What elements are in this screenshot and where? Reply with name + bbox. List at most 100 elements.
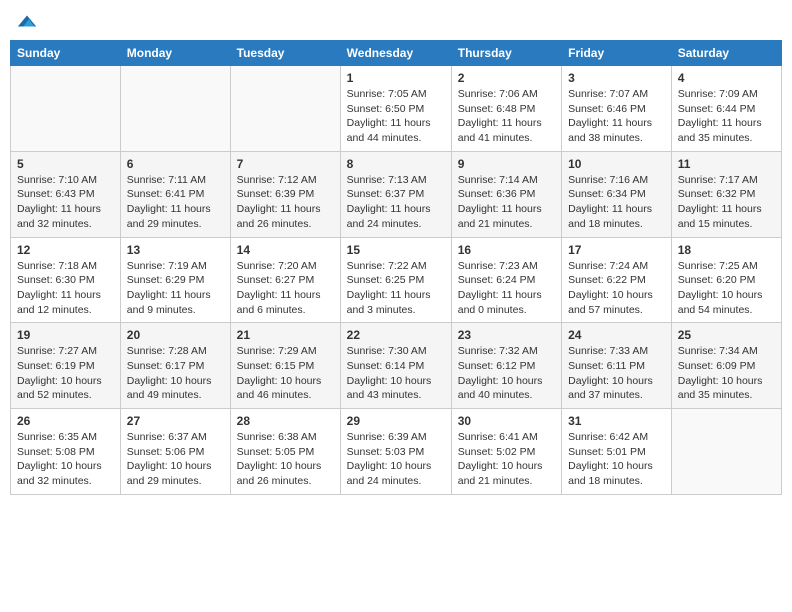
calendar-cell: 27 Sunrise: 6:37 AM Sunset: 5:06 PM Dayli…: [120, 409, 230, 495]
day-info: Sunrise: 6:41 AM Sunset: 5:02 PM Dayligh…: [458, 430, 555, 489]
calendar-cell: 16 Sunrise: 7:23 AM Sunset: 6:24 PM Dayli…: [451, 237, 561, 323]
day-info: Sunrise: 7:19 AM Sunset: 6:29 PM Dayligh…: [127, 259, 224, 318]
day-info: Sunrise: 6:35 AM Sunset: 5:08 PM Dayligh…: [17, 430, 114, 489]
day-number: 7: [237, 157, 334, 171]
calendar-cell: 12 Sunrise: 7:18 AM Sunset: 6:30 PM Dayli…: [11, 237, 121, 323]
logo: [14, 10, 38, 32]
day-info: Sunrise: 7:14 AM Sunset: 6:36 PM Dayligh…: [458, 173, 555, 232]
day-info: Sunrise: 7:11 AM Sunset: 6:41 PM Dayligh…: [127, 173, 224, 232]
calendar-cell: 23Sunrise: 7:32 AM Sunset: 6:12 PM Dayli…: [451, 323, 561, 409]
calendar-cell: 8 Sunrise: 7:13 AM Sunset: 6:37 PM Daylig…: [340, 151, 451, 237]
day-number: 21: [237, 328, 334, 342]
day-info: Sunrise: 6:38 AM Sunset: 5:05 PM Dayligh…: [237, 430, 334, 489]
calendar-cell: 6Sunrise: 7:11 AM Sunset: 6:41 PM Daylig…: [120, 151, 230, 237]
day-number: 2: [458, 71, 555, 85]
calendar-cell: 5 Sunrise: 7:10 AM Sunset: 6:43 PM Daylig…: [11, 151, 121, 237]
calendar-cell: 10 Sunrise: 7:16 AM Sunset: 6:34 PM Dayli…: [562, 151, 672, 237]
day-number: 28: [237, 414, 334, 428]
day-number: 10: [568, 157, 665, 171]
day-number: 18: [678, 243, 775, 257]
day-header-tuesday: Tuesday: [230, 41, 340, 66]
day-number: 16: [458, 243, 555, 257]
calendar-cell: 18 Sunrise: 7:25 AM Sunset: 6:20 PM Dayli…: [671, 237, 781, 323]
day-number: 31: [568, 414, 665, 428]
day-number: 25: [678, 328, 775, 342]
day-number: 29: [347, 414, 445, 428]
day-info: Sunrise: 7:22 AM Sunset: 6:25 PM Dayligh…: [347, 259, 445, 318]
calendar-cell: 24 Sunrise: 7:33 AM Sunset: 6:11 PM Dayli…: [562, 323, 672, 409]
day-number: 1: [347, 71, 445, 85]
day-header-saturday: Saturday: [671, 41, 781, 66]
day-header-wednesday: Wednesday: [340, 41, 451, 66]
day-info: Sunrise: 7:18 AM Sunset: 6:30 PM Dayligh…: [17, 259, 114, 318]
calendar-week-5: 26 Sunrise: 6:35 AM Sunset: 5:08 PM Dayli…: [11, 409, 782, 495]
calendar-cell: [120, 66, 230, 152]
day-info: Sunrise: 7:20 AM Sunset: 6:27 PM Dayligh…: [237, 259, 334, 318]
calendar-table: SundayMondayTuesdayWednesdayThursdayFrid…: [10, 40, 782, 495]
calendar-cell: 14 Sunrise: 7:20 AM Sunset: 6:27 PM Dayli…: [230, 237, 340, 323]
calendar-week-2: 5 Sunrise: 7:10 AM Sunset: 6:43 PM Daylig…: [11, 151, 782, 237]
day-header-thursday: Thursday: [451, 41, 561, 66]
calendar-week-1: 1Sunrise: 7:05 AM Sunset: 6:50 PM Daylig…: [11, 66, 782, 152]
calendar-cell: 7 Sunrise: 7:12 AM Sunset: 6:39 PM Daylig…: [230, 151, 340, 237]
day-number: 4: [678, 71, 775, 85]
calendar-cell: 31Sunrise: 6:42 AM Sunset: 5:01 PM Dayli…: [562, 409, 672, 495]
calendar-cell: 9 Sunrise: 7:14 AM Sunset: 6:36 PM Daylig…: [451, 151, 561, 237]
day-info: Sunrise: 7:33 AM Sunset: 6:11 PM Dayligh…: [568, 344, 665, 403]
day-info: Sunrise: 7:25 AM Sunset: 6:20 PM Dayligh…: [678, 259, 775, 318]
day-info: Sunrise: 7:29 AM Sunset: 6:15 PM Dayligh…: [237, 344, 334, 403]
day-number: 5: [17, 157, 114, 171]
day-number: 22: [347, 328, 445, 342]
calendar-cell: 3 Sunrise: 7:07 AM Sunset: 6:46 PM Daylig…: [562, 66, 672, 152]
day-info: Sunrise: 7:30 AM Sunset: 6:14 PM Dayligh…: [347, 344, 445, 403]
day-info: Sunrise: 7:12 AM Sunset: 6:39 PM Dayligh…: [237, 173, 334, 232]
day-info: Sunrise: 7:16 AM Sunset: 6:34 PM Dayligh…: [568, 173, 665, 232]
calendar-week-3: 12 Sunrise: 7:18 AM Sunset: 6:30 PM Dayli…: [11, 237, 782, 323]
day-number: 15: [347, 243, 445, 257]
calendar-cell: 11 Sunrise: 7:17 AM Sunset: 6:32 PM Dayli…: [671, 151, 781, 237]
day-info: Sunrise: 7:23 AM Sunset: 6:24 PM Dayligh…: [458, 259, 555, 318]
day-number: 13: [127, 243, 224, 257]
day-number: 9: [458, 157, 555, 171]
calendar-cell: 26 Sunrise: 6:35 AM Sunset: 5:08 PM Dayli…: [11, 409, 121, 495]
calendar-cell: 20 Sunrise: 7:28 AM Sunset: 6:17 PM Dayli…: [120, 323, 230, 409]
day-info: Sunrise: 7:34 AM Sunset: 6:09 PM Dayligh…: [678, 344, 775, 403]
day-info: Sunrise: 6:39 AM Sunset: 5:03 PM Dayligh…: [347, 430, 445, 489]
day-number: 8: [347, 157, 445, 171]
day-number: 17: [568, 243, 665, 257]
day-number: 30: [458, 414, 555, 428]
calendar-cell: 29 Sunrise: 6:39 AM Sunset: 5:03 PM Dayli…: [340, 409, 451, 495]
day-number: 12: [17, 243, 114, 257]
day-info: Sunrise: 7:13 AM Sunset: 6:37 PM Dayligh…: [347, 173, 445, 232]
day-info: Sunrise: 7:09 AM Sunset: 6:44 PM Dayligh…: [678, 87, 775, 146]
logo-icon: [16, 10, 38, 32]
day-number: 14: [237, 243, 334, 257]
calendar-cell: 30 Sunrise: 6:41 AM Sunset: 5:02 PM Dayli…: [451, 409, 561, 495]
day-number: 24: [568, 328, 665, 342]
day-header-sunday: Sunday: [11, 41, 121, 66]
calendar-cell: 15 Sunrise: 7:22 AM Sunset: 6:25 PM Dayli…: [340, 237, 451, 323]
calendar-cell: [671, 409, 781, 495]
calendar-cell: 1Sunrise: 7:05 AM Sunset: 6:50 PM Daylig…: [340, 66, 451, 152]
day-number: 26: [17, 414, 114, 428]
calendar-cell: 4 Sunrise: 7:09 AM Sunset: 6:44 PM Daylig…: [671, 66, 781, 152]
calendar-header-row: SundayMondayTuesdayWednesdayThursdayFrid…: [11, 41, 782, 66]
day-number: 11: [678, 157, 775, 171]
day-info: Sunrise: 7:17 AM Sunset: 6:32 PM Dayligh…: [678, 173, 775, 232]
calendar-cell: 22 Sunrise: 7:30 AM Sunset: 6:14 PM Dayli…: [340, 323, 451, 409]
day-info: Sunrise: 6:37 AM Sunset: 5:06 PM Dayligh…: [127, 430, 224, 489]
calendar-cell: 17Sunrise: 7:24 AM Sunset: 6:22 PM Dayli…: [562, 237, 672, 323]
day-info: Sunrise: 7:07 AM Sunset: 6:46 PM Dayligh…: [568, 87, 665, 146]
day-header-friday: Friday: [562, 41, 672, 66]
day-number: 27: [127, 414, 224, 428]
day-header-monday: Monday: [120, 41, 230, 66]
calendar-cell: 25 Sunrise: 7:34 AM Sunset: 6:09 PM Dayli…: [671, 323, 781, 409]
day-info: Sunrise: 7:10 AM Sunset: 6:43 PM Dayligh…: [17, 173, 114, 232]
calendar-cell: [11, 66, 121, 152]
day-info: Sunrise: 7:28 AM Sunset: 6:17 PM Dayligh…: [127, 344, 224, 403]
day-number: 3: [568, 71, 665, 85]
day-number: 20: [127, 328, 224, 342]
calendar-cell: 21 Sunrise: 7:29 AM Sunset: 6:15 PM Dayli…: [230, 323, 340, 409]
day-info: Sunrise: 7:32 AM Sunset: 6:12 PM Dayligh…: [458, 344, 555, 403]
calendar-cell: 2Sunrise: 7:06 AM Sunset: 6:48 PM Daylig…: [451, 66, 561, 152]
